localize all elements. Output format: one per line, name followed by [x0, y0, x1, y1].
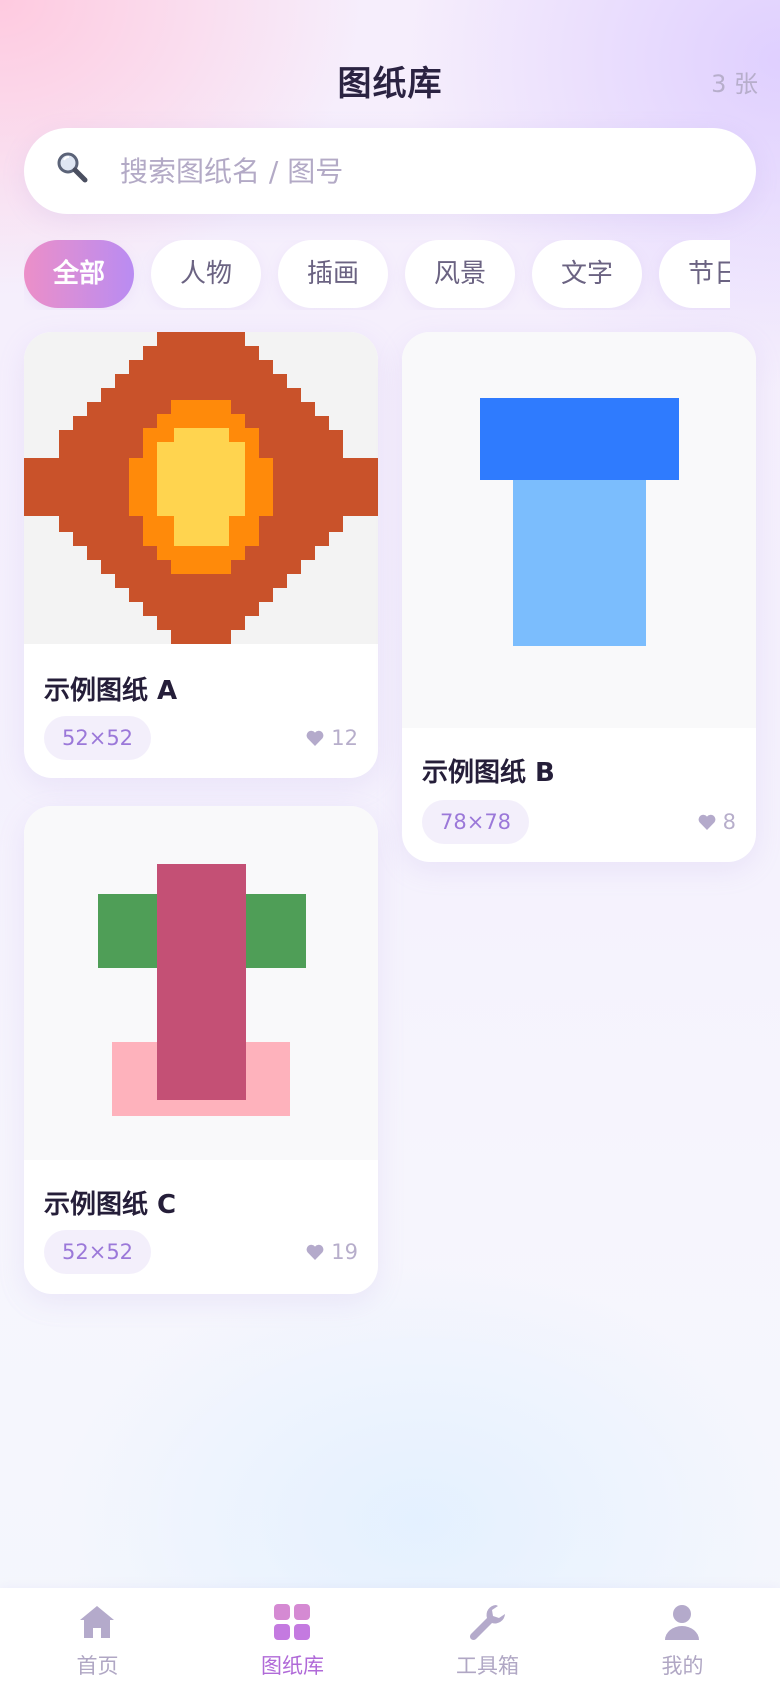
- like-count[interactable]: 8: [697, 810, 736, 834]
- pattern-card-a[interactable]: 示例图纸 A 52×52 12: [24, 332, 378, 778]
- pattern-preview-b: [480, 398, 679, 646]
- nav-profile[interactable]: 我的: [585, 1588, 780, 1688]
- pattern-preview-c: [98, 864, 306, 1116]
- search-bar[interactable]: [24, 128, 756, 214]
- nav-label: 首页: [76, 1654, 119, 1678]
- size-badge: 52×52: [44, 1230, 152, 1274]
- like-count[interactable]: 12: [305, 726, 358, 750]
- nav-label: 工具箱: [456, 1654, 519, 1678]
- like-count[interactable]: 19: [305, 1240, 358, 1264]
- nav-library[interactable]: 图纸库: [195, 1588, 390, 1688]
- pattern-count: 3 张: [711, 70, 758, 98]
- pattern-thumbnail-a: [24, 332, 378, 644]
- search-icon: [54, 149, 98, 193]
- search-input[interactable]: [120, 141, 756, 201]
- like-count-value: 12: [331, 726, 358, 750]
- size-badge: 78×78: [422, 800, 530, 844]
- chip-text[interactable]: 文字: [532, 240, 642, 308]
- pattern-card-b[interactable]: 示例图纸 B 78×78 8: [402, 332, 756, 862]
- bottom-nav: 首页 图纸库 工具箱 我的: [0, 1588, 780, 1688]
- like-count-value: 8: [722, 810, 736, 834]
- card-title: 示例图纸 C: [44, 1190, 177, 1220]
- nav-label: 我的: [661, 1654, 704, 1678]
- nav-toolbox[interactable]: 工具箱: [390, 1588, 585, 1688]
- nav-home[interactable]: 首页: [0, 1588, 195, 1688]
- chip-illustration[interactable]: 插画: [278, 240, 388, 308]
- heart-icon: [698, 814, 716, 830]
- chip-scenery[interactable]: 风景: [405, 240, 515, 308]
- heart-icon: [306, 730, 324, 746]
- nav-label: 图纸库: [261, 1654, 324, 1678]
- heart-icon: [306, 1244, 324, 1260]
- chip-festival[interactable]: 节日: [659, 240, 730, 308]
- category-filter: 全部 人物 插画 风景 文字 节日: [24, 240, 730, 310]
- card-title: 示例图纸 A: [44, 676, 178, 706]
- pattern-card-c[interactable]: 示例图纸 C 52×52 19: [24, 806, 378, 1294]
- wrench-icon: [467, 1602, 507, 1642]
- grid-icon: [272, 1602, 312, 1642]
- pattern-thumbnail-b: [402, 332, 756, 728]
- chip-all[interactable]: 全部: [24, 240, 134, 308]
- size-badge: 52×52: [44, 716, 152, 760]
- card-title: 示例图纸 B: [422, 758, 555, 788]
- chip-people[interactable]: 人物: [151, 240, 261, 308]
- header: 图纸库 3 张: [0, 0, 780, 120]
- like-count-value: 19: [331, 1240, 358, 1264]
- pattern-thumbnail-c: [24, 806, 378, 1160]
- home-icon: [77, 1602, 117, 1642]
- user-icon: [662, 1602, 702, 1642]
- page-title: 图纸库: [337, 64, 443, 104]
- pattern-preview-a: [24, 332, 378, 644]
